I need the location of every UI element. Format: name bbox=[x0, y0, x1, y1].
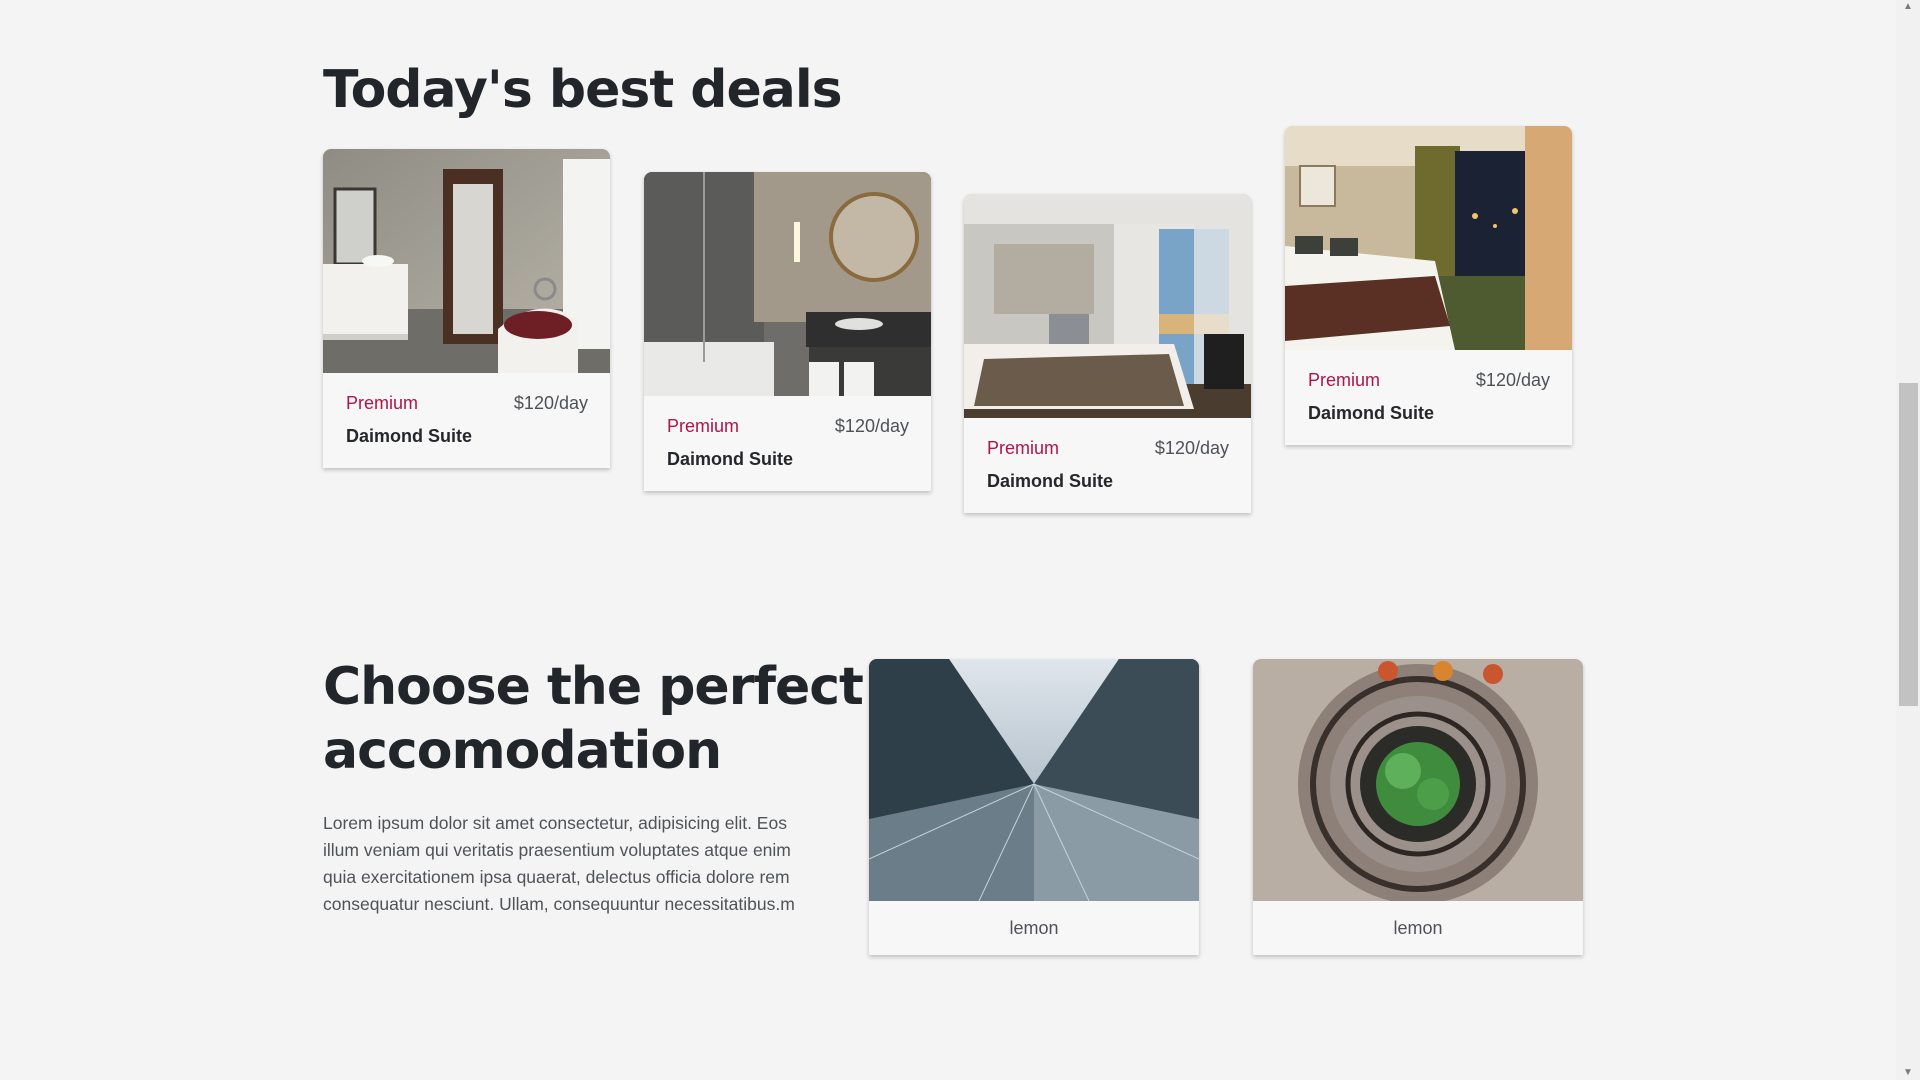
accommodation-label: lemon bbox=[1393, 918, 1443, 938]
deal-card[interactable]: Premium $120/day Daimond Suite bbox=[1285, 126, 1572, 445]
staircase-photo bbox=[1253, 659, 1583, 901]
vertical-scrollbar[interactable]: ▲ ▼ bbox=[1896, 0, 1920, 1080]
tier-label: Premium bbox=[667, 416, 740, 436]
arrow-down-icon[interactable]: ▼ bbox=[1903, 1068, 1913, 1078]
accommodation-description: Lorem ipsum dolor sit amet consectetur, … bbox=[323, 813, 795, 914]
accommodation-label: lemon bbox=[1009, 918, 1059, 938]
room-name: Daimond Suite bbox=[667, 449, 794, 469]
tier-label: Premium bbox=[346, 393, 419, 413]
room-photo bbox=[964, 194, 1251, 418]
deals-heading: Today's best deals bbox=[323, 60, 843, 120]
room-name: Daimond Suite bbox=[987, 471, 1114, 491]
room-photo bbox=[644, 172, 931, 396]
room-photo bbox=[1285, 126, 1572, 350]
building-photo bbox=[869, 659, 1199, 901]
heading-line: accomodation bbox=[323, 721, 722, 781]
scrollbar-thumb[interactable] bbox=[1899, 383, 1918, 706]
deal-card[interactable]: Premium $120/day Daimond Suite bbox=[964, 194, 1251, 513]
accommodation-card[interactable]: lemon bbox=[869, 659, 1199, 955]
deal-card[interactable]: Premium $120/day Daimond Suite bbox=[323, 149, 610, 468]
heading-line: Choose the perfect bbox=[323, 657, 864, 717]
price-label: $120/day bbox=[513, 393, 588, 413]
arrow-up-icon[interactable]: ▲ bbox=[1903, 2, 1913, 12]
price-label: $120/day bbox=[1475, 370, 1550, 390]
price-label: $120/day bbox=[1154, 438, 1229, 458]
room-photo bbox=[323, 149, 610, 373]
deal-card[interactable]: Premium $120/day Daimond Suite bbox=[644, 172, 931, 491]
accommodation-card[interactable]: lemon bbox=[1253, 659, 1583, 955]
accommodation-heading: Choose the perfect accomodation bbox=[323, 655, 864, 783]
room-name: Daimond Suite bbox=[346, 426, 473, 446]
price-label: $120/day bbox=[834, 416, 909, 436]
room-name: Daimond Suite bbox=[1308, 403, 1435, 423]
tier-label: Premium bbox=[987, 438, 1060, 458]
tier-label: Premium bbox=[1308, 370, 1381, 390]
